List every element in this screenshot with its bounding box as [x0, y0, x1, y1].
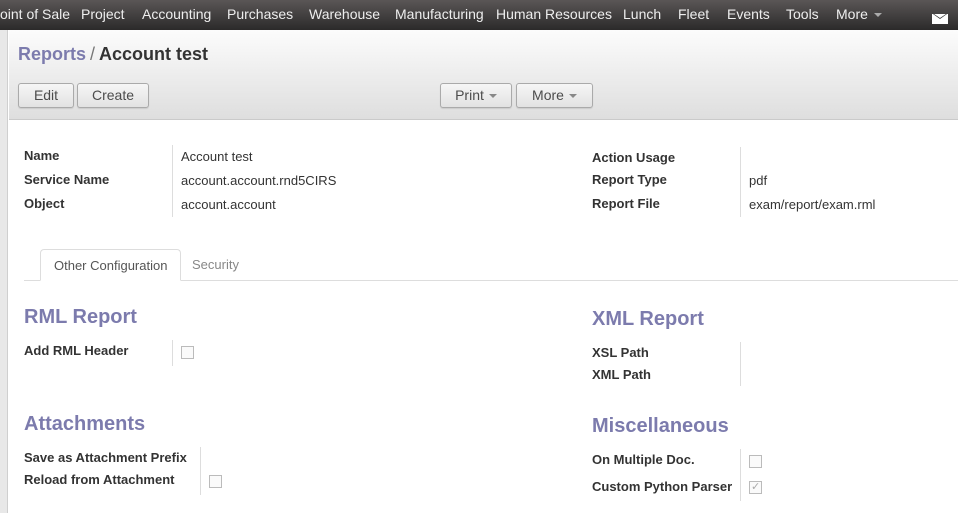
breadcrumb-reports-link[interactable]: Reports	[18, 44, 86, 64]
create-button[interactable]: Create	[77, 83, 149, 108]
menu-project[interactable]: Project	[81, 6, 125, 22]
attachment-prefix-label: Save as Attachment Prefix	[24, 450, 187, 465]
menu-tools[interactable]: Tools	[786, 6, 819, 22]
menu-accounting[interactable]: Accounting	[142, 6, 211, 22]
xml-report-heading: XML Report	[592, 308, 704, 330]
name-value: Account test	[181, 149, 253, 164]
breadcrumb-current: Account test	[99, 44, 209, 64]
more-label: More	[532, 87, 564, 103]
menu-point-of-sale[interactable]: oint of Sale	[0, 6, 70, 22]
more-button[interactable]: More	[516, 83, 593, 108]
field-divider	[740, 147, 741, 217]
caret-down-icon	[873, 13, 882, 18]
breadcrumb-separator: /	[90, 44, 96, 64]
service-name-value: account.account.rnd5CIRS	[181, 173, 337, 188]
report-file-value: exam/report/exam.rml	[749, 197, 876, 212]
multiple-doc-label: On Multiple Doc.	[592, 452, 695, 467]
print-button[interactable]: Print	[440, 83, 512, 108]
menu-fleet[interactable]: Fleet	[678, 6, 709, 22]
object-value: account.account	[181, 197, 276, 212]
reload-attachment-checkbox[interactable]	[209, 475, 222, 488]
field-divider	[200, 447, 201, 495]
menu-warehouse[interactable]: Warehouse	[309, 6, 380, 22]
print-label: Print	[455, 87, 484, 103]
custom-parser-checkbox[interactable]	[749, 480, 762, 494]
add-rml-header-checkbox[interactable]	[181, 346, 194, 359]
xml-path-label: XML Path	[592, 367, 651, 382]
report-file-label: Report File	[592, 196, 660, 211]
menu-events[interactable]: Events	[727, 6, 770, 22]
xsl-path-label: XSL Path	[592, 345, 649, 360]
menu-purchases[interactable]: Purchases	[227, 6, 293, 22]
multiple-doc-checkbox[interactable]	[749, 455, 762, 468]
menu-manufacturing[interactable]: Manufacturing	[395, 6, 484, 22]
custom-parser-label: Custom Python Parser	[592, 479, 733, 494]
attachments-heading: Attachments	[24, 413, 146, 435]
rml-report-heading: RML Report	[24, 306, 137, 328]
object-label: Object	[24, 196, 65, 211]
menu-lunch[interactable]: Lunch	[623, 6, 661, 22]
tab-security[interactable]: Security	[179, 249, 252, 281]
field-divider	[740, 449, 741, 501]
envelope-icon[interactable]	[932, 14, 948, 24]
action-usage-label: Action Usage	[592, 150, 676, 165]
field-divider	[172, 145, 173, 217]
edit-button[interactable]: Edit	[18, 83, 74, 108]
field-divider	[172, 340, 173, 366]
add-rml-header-label: Add RML Header	[24, 343, 129, 358]
tab-other-configuration[interactable]: Other Configuration	[40, 249, 182, 281]
control-panel: Reports / Account test Edit Create Print M…	[9, 30, 958, 120]
menu-more[interactable]: More	[836, 6, 882, 22]
miscellaneous-heading: Miscellaneous	[592, 415, 729, 437]
caret-down-icon	[488, 94, 497, 99]
left-edge	[0, 30, 8, 513]
top-menu-bar: oint of Sale Project Accounting Purchase…	[0, 0, 958, 30]
breadcrumb: Reports / Account test	[18, 44, 208, 65]
menu-human-resources[interactable]: Human Resources	[496, 6, 612, 22]
menu-more-label: More	[836, 6, 868, 22]
report-type-label: Report Type	[592, 172, 667, 187]
caret-down-icon	[568, 94, 577, 99]
report-type-value: pdf	[749, 173, 768, 188]
service-name-label: Service Name	[24, 172, 110, 187]
reload-attachment-label: Reload from Attachment	[24, 472, 175, 487]
name-label: Name	[24, 148, 60, 163]
field-divider	[740, 342, 741, 386]
